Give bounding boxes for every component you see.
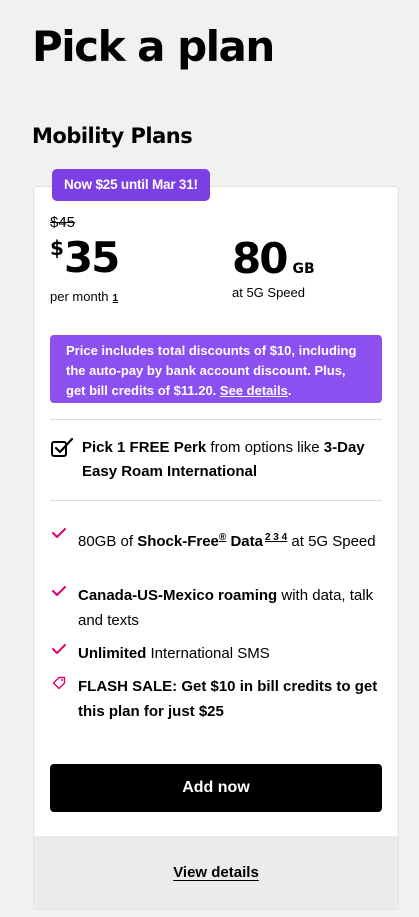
data-unit: GB bbox=[292, 261, 315, 277]
feature-text-end: at 5G Speed bbox=[287, 533, 376, 550]
price-period: per month 1 bbox=[50, 289, 118, 307]
price-period-label: per month bbox=[50, 289, 109, 304]
discount-text: Price includes total discounts of $10, i… bbox=[66, 343, 357, 398]
discount-notice: Price includes total discounts of $10, i… bbox=[50, 335, 382, 403]
view-details-link[interactable]: View details bbox=[173, 864, 259, 881]
divider bbox=[50, 500, 382, 501]
checkbox-check-icon bbox=[51, 437, 74, 457]
feature-text-bold: Shock-Free bbox=[137, 533, 219, 550]
footnote-links[interactable]: 2 3 4 bbox=[265, 532, 287, 543]
plan-price: $ 35 bbox=[50, 232, 120, 284]
section-title: Mobility Plans bbox=[32, 124, 193, 148]
data-speed: at 5G Speed bbox=[232, 285, 305, 300]
feature-text-bold: Canada-US-Mexico roaming bbox=[78, 587, 278, 604]
price-amount: 35 bbox=[63, 233, 120, 282]
original-price: $45 bbox=[50, 214, 76, 231]
feature-text-bold: FLASH SALE: Get $10 in bill credits to g… bbox=[78, 678, 378, 720]
check-mark-icon bbox=[52, 528, 66, 538]
perk-lead: Pick 1 FREE Perk bbox=[82, 439, 207, 456]
page-title: Pick a plan bbox=[32, 22, 275, 71]
card-footer: View details bbox=[34, 836, 398, 909]
feature-text-data: Data bbox=[226, 533, 263, 550]
feature-text-rest: International SMS bbox=[146, 645, 270, 662]
check-mark-icon bbox=[52, 644, 66, 654]
see-details-link[interactable]: See details bbox=[220, 383, 288, 398]
footnote-link[interactable]: 1 bbox=[113, 293, 119, 304]
feature-text: Canada-US-Mexico roaming with data, talk… bbox=[78, 583, 378, 633]
perk-description: Pick 1 FREE Perk from options like 3-Day… bbox=[82, 436, 382, 484]
price-tag-icon bbox=[52, 676, 66, 690]
data-amount: 80 bbox=[232, 234, 288, 283]
feature-text: 80GB of Shock-Free® Data 2 3 4 at 5G Spee… bbox=[78, 525, 378, 554]
feature-text: FLASH SALE: Get $10 in bill credits to g… bbox=[78, 674, 378, 724]
promo-badge: Now $25 until Mar 31! bbox=[52, 169, 210, 201]
discount-end: . bbox=[287, 383, 292, 398]
check-mark-icon bbox=[52, 586, 66, 596]
feature-text-pre: 80GB of bbox=[78, 533, 138, 550]
feature-text: Unlimited International SMS bbox=[78, 641, 378, 666]
divider bbox=[50, 419, 382, 420]
data-allowance: 80 GB bbox=[232, 234, 315, 284]
perk-middle: from options like bbox=[206, 439, 324, 456]
price-currency: $ bbox=[50, 236, 64, 260]
add-now-button[interactable]: Add now bbox=[50, 764, 382, 812]
feature-text-bold: Unlimited bbox=[78, 645, 147, 662]
